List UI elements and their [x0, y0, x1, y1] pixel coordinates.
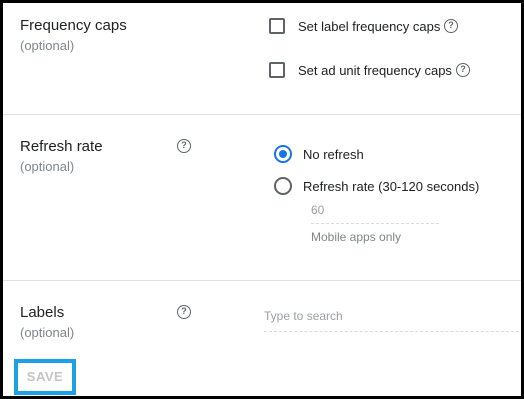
labels-section: Labels (optional) ? Type to search [3, 281, 521, 351]
refresh-rate-title: Refresh rate [20, 138, 103, 155]
ad-unit-frequency-caps-checkbox[interactable] [269, 62, 285, 78]
ad-unit-frequency-caps-label[interactable]: Set ad unit frequency caps [298, 63, 452, 78]
label-frequency-caps-label[interactable]: Set label frequency caps [298, 19, 440, 34]
refresh-rate-radio[interactable] [274, 177, 292, 195]
labels-subtitle: (optional) [20, 325, 75, 340]
mobile-apps-hint: Mobile apps only [311, 230, 402, 244]
refresh-rate-section: Refresh rate (optional) ? No refresh Ref… [3, 115, 521, 281]
labels-help-icon[interactable]: ? [177, 305, 191, 319]
save-button[interactable]: SAVE [18, 363, 72, 391]
refresh-rate-help-icon[interactable]: ? [177, 139, 191, 153]
frequency-caps-title: Frequency caps [20, 17, 127, 34]
label-frequency-caps-help-icon[interactable]: ? [444, 19, 458, 33]
labels-search-underline [264, 331, 519, 332]
labels-search-input[interactable]: Type to search [264, 309, 343, 323]
frequency-caps-subtitle: (optional) [20, 38, 75, 53]
refresh-seconds-input[interactable]: 60 [311, 203, 324, 217]
refresh-rate-option-label[interactable]: Refresh rate (30-120 seconds) [303, 179, 479, 194]
refresh-rate-subtitle: (optional) [20, 159, 75, 174]
labels-title: Labels [20, 304, 65, 321]
ad-unit-frequency-caps-help-icon[interactable]: ? [456, 63, 470, 77]
frequency-caps-section: Frequency caps (optional) Set label freq… [3, 3, 521, 115]
refresh-seconds-underline [311, 223, 439, 224]
no-refresh-label[interactable]: No refresh [303, 147, 364, 162]
no-refresh-radio[interactable] [274, 145, 292, 163]
label-frequency-caps-checkbox[interactable] [269, 18, 285, 34]
